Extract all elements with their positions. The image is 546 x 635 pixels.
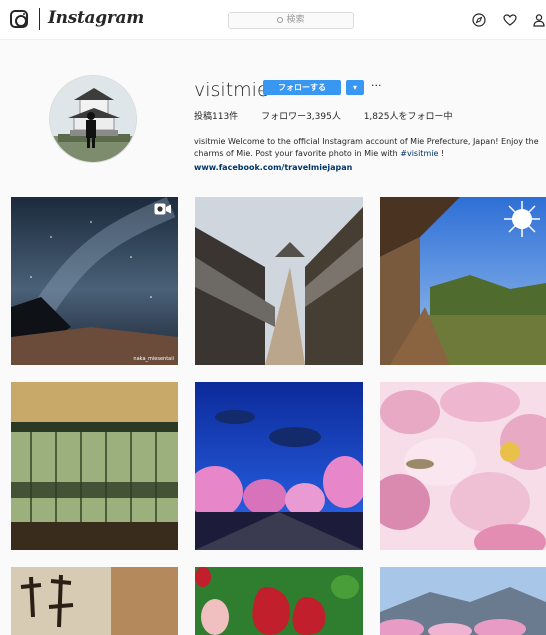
bio-text-end: ! [440,149,445,158]
bio-website-link[interactable]: www.facebook.com/travelmiejapan [194,163,352,172]
profile-bio: visitmie Welcome to the official Instagr… [194,136,544,160]
suggestions-dropdown-button[interactable]: ▾ [346,80,364,95]
post-image-milky-way [11,197,178,365]
photo-credit: naka_miesentaii [133,356,174,362]
post-tile-5[interactable] [195,382,363,550]
following-count[interactable]: 1,825人をフォロー中 [364,112,453,122]
post-image-strawberries [195,567,363,635]
bio-hashtag-link[interactable]: #visitmie [400,149,438,158]
followers-count[interactable]: フォロワー3,395人 [261,112,341,122]
posts-count: 投稿113件 [194,112,239,122]
post-tile-2[interactable] [195,197,363,365]
more-options-button[interactable]: ··· [371,80,382,92]
compass-icon[interactable] [472,13,486,27]
profile-username: visitmie [194,79,269,101]
post-tile-6[interactable] [380,382,546,550]
person-icon[interactable] [532,13,546,27]
heart-icon[interactable] [503,13,517,27]
logo-divider [39,8,40,30]
follow-button[interactable]: フォローする [263,80,341,95]
search-placeholder: 検索 [286,15,305,25]
post-tile-8[interactable] [195,567,363,635]
search-icon [277,17,284,23]
post-image-calligraphy [11,567,178,635]
post-tile-9[interactable] [380,567,546,635]
top-nav-bar: Instagram 検索 [0,0,546,40]
profile-stats: 投稿113件 フォロワー3,395人 1,825人をフォロー中 [194,109,472,122]
profile-avatar[interactable] [49,75,137,163]
post-image-plum-garden [380,382,546,550]
instagram-logo-icon[interactable] [10,10,28,28]
bio-text: visitmie Welcome to the official Instagr… [194,137,539,158]
post-tile-7[interactable] [11,567,178,635]
post-image-old-town [195,197,363,365]
search-input[interactable]: 検索 [228,12,354,29]
instagram-wordmark[interactable]: Instagram [48,8,144,28]
post-image-forest-window [11,382,178,550]
post-tile-3[interactable] [380,197,546,365]
post-image-night-blossoms [195,382,363,550]
post-tile-4[interactable] [11,382,178,550]
post-image-veranda [380,197,546,365]
post-tile-1[interactable]: naka_miesentaii [11,197,178,365]
avatar-castle-image [50,76,136,162]
post-image-mountain-flowers [380,567,546,635]
video-camera-icon [154,203,171,215]
